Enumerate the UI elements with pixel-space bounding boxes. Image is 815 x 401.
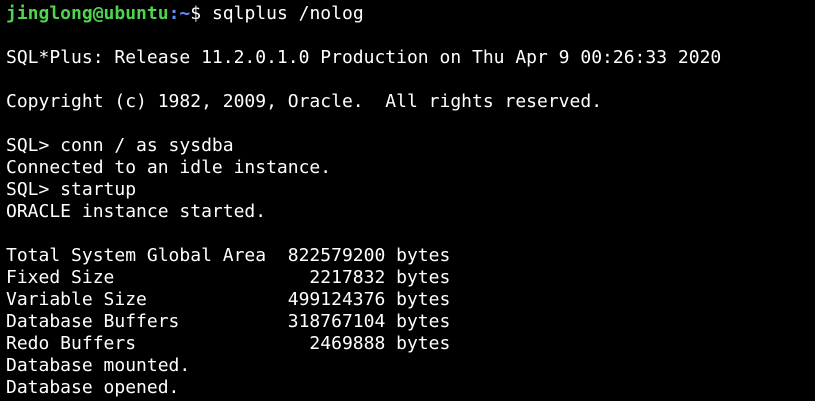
shell-prompt-line: jinglong@ubuntu:~$ sqlplus /nolog (6, 3, 364, 25)
prompt-path: :~ (168, 3, 191, 24)
copyright-notice: Copyright (c) 1982, 2009, Oracle. All ri… (6, 91, 603, 112)
shell-command: sqlplus /nolog (211, 3, 364, 24)
database-buffers-row: Database Buffers 318767104 bytes (6, 311, 451, 332)
terminal-window[interactable]: jinglong@ubuntu:~$ sqlplus /nolog SQL*Pl… (0, 0, 815, 401)
sql-startup-command: SQL> startup (6, 179, 137, 200)
connected-message: Connected to an idle instance. (6, 157, 332, 178)
redo-buffers-row: Redo Buffers 2469888 bytes (6, 333, 451, 354)
database-mounted-message: Database mounted. (6, 355, 191, 376)
prompt-user-host: jinglong@ubuntu (6, 3, 169, 24)
sql-conn-command: SQL> conn / as sysdba (6, 135, 234, 156)
database-opened-message: Database opened. (6, 377, 180, 398)
instance-started-message: ORACLE instance started. (6, 201, 267, 222)
fixed-size-row: Fixed Size 2217832 bytes (6, 267, 451, 288)
sga-total-row: Total System Global Area 822579200 bytes (6, 245, 451, 266)
variable-size-row: Variable Size 499124376 bytes (6, 289, 451, 310)
prompt-symbol: $ (190, 3, 212, 24)
release-banner: SQL*Plus: Release 11.2.0.1.0 Production … (6, 47, 722, 68)
